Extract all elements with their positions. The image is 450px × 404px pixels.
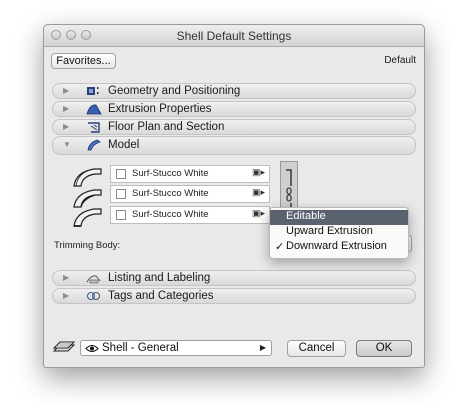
section-listing-and-labeling[interactable]: ▶ Listing and Labeling <box>52 270 416 286</box>
floor-plan-icon <box>88 122 100 133</box>
extrusion-icon <box>86 104 102 115</box>
layer-icon <box>52 341 76 352</box>
section-tags-and-categories[interactable]: ▶ Tags and Categories <box>52 288 416 304</box>
tags-icon <box>86 291 101 301</box>
section-label: Tags and Categories <box>108 290 214 302</box>
section-label: Listing and Labeling <box>108 272 211 284</box>
ok-button[interactable]: OK <box>356 340 412 357</box>
checkmark-icon: ✓ <box>275 241 285 253</box>
outer-surface-icon <box>73 168 102 187</box>
title-bar: Shell Default Settings <box>44 25 424 47</box>
popup-arrow-icon: ▶ <box>259 343 266 352</box>
layer-popup-label: Shell - General <box>102 342 179 354</box>
trimming-body-menu: Editable Upward Extrusion ✓ Downward Ext… <box>269 207 409 259</box>
disclosure-triangle-icon[interactable]: ▼ <box>63 140 71 149</box>
disclosure-triangle-icon[interactable]: ▶ <box>63 291 69 300</box>
material-checkbox[interactable] <box>116 169 126 179</box>
material-checkbox[interactable] <box>116 210 126 220</box>
material-popup-arrow-icon[interactable]: ▣▸ <box>252 187 265 198</box>
menu-item-editable[interactable]: Editable <box>270 210 408 225</box>
favorites-button[interactable]: Favorites... <box>51 53 116 69</box>
section-label: Geometry and Positioning <box>108 85 241 97</box>
disclosure-triangle-icon[interactable]: ▶ <box>63 86 69 95</box>
window-title: Shell Default Settings <box>176 29 292 43</box>
edge-surface-icon <box>73 208 102 227</box>
disclosure-triangle-icon[interactable]: ▶ <box>63 104 69 113</box>
settings-dialog: Shell Default Settings Favorites... Defa… <box>43 24 425 368</box>
material-label: Surf-Stucco White <box>132 168 209 179</box>
material-popup-arrow-icon[interactable]: ▣▸ <box>252 208 265 219</box>
section-label: Floor Plan and Section <box>108 121 225 133</box>
disclosure-triangle-icon[interactable]: ▶ <box>63 273 69 282</box>
section-label: Model <box>108 139 140 151</box>
cancel-button[interactable]: Cancel <box>287 340 346 357</box>
default-label: Default <box>384 55 416 66</box>
eye-icon <box>85 345 99 352</box>
menu-item-downward-extrusion[interactable]: ✓ Downward Extrusion <box>270 240 408 255</box>
material-row-inner[interactable]: Surf-Stucco White ▣▸ <box>110 185 270 203</box>
section-label: Extrusion Properties <box>108 103 212 115</box>
model-icon <box>87 139 101 151</box>
section-floor-plan-and-section[interactable]: ▶ Floor Plan and Section <box>52 119 416 135</box>
geometry-icon <box>87 87 99 95</box>
material-checkbox[interactable] <box>116 189 126 199</box>
trimming-body-label: Trimming Body: <box>54 240 121 251</box>
material-label: Surf-Stucco White <box>132 209 209 220</box>
section-extrusion-properties[interactable]: ▶ Extrusion Properties <box>52 101 416 117</box>
material-label: Surf-Stucco White <box>132 188 209 199</box>
material-row-outer[interactable]: Surf-Stucco White ▣▸ <box>110 165 270 183</box>
material-row-edge[interactable]: Surf-Stucco White ▣▸ <box>110 206 270 224</box>
material-popup-arrow-icon[interactable]: ▣▸ <box>252 167 265 178</box>
disclosure-triangle-icon[interactable]: ▶ <box>63 122 69 131</box>
menu-item-upward-extrusion[interactable]: Upward Extrusion <box>270 225 408 240</box>
section-geometry-and-positioning[interactable]: ▶ Geometry and Positioning <box>52 83 416 99</box>
listing-icon <box>86 275 101 284</box>
layer-popup[interactable]: Shell - General ▶ <box>80 340 272 356</box>
section-model[interactable]: ▼ Model <box>52 136 416 155</box>
